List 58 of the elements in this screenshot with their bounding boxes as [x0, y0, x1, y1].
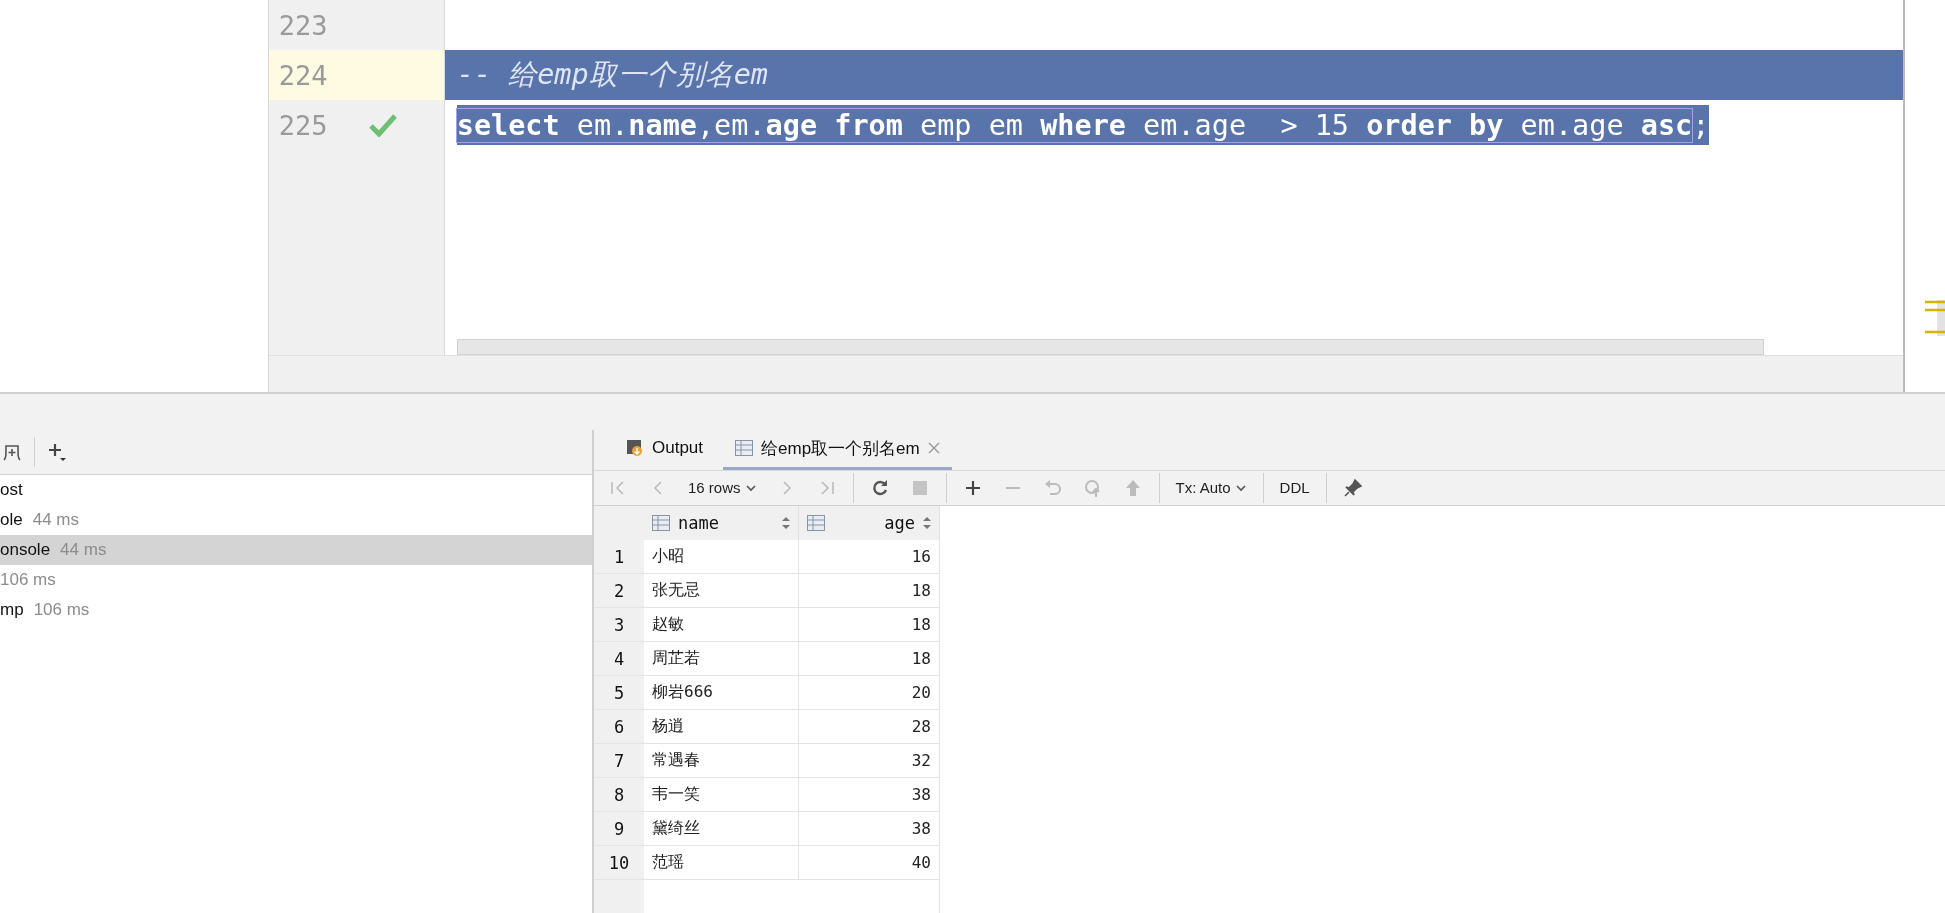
service-name[interactable]: ost [0, 480, 23, 500]
close-icon[interactable] [927, 442, 940, 455]
table-cell: 柳岩666 [644, 676, 799, 710]
table-cell: 赵敏 [644, 608, 799, 642]
output-icon [626, 439, 644, 458]
line-number: 223 [277, 9, 329, 41]
table-cell: 韦一笑 [644, 778, 799, 812]
sort-icon [923, 517, 931, 529]
row-number: 3 [594, 608, 644, 642]
table-cell: 18 [799, 642, 940, 676]
table-icon [735, 440, 754, 457]
row-number: 8 [594, 778, 644, 812]
chevron-down-icon [744, 482, 757, 493]
service-name[interactable]: mp [0, 600, 24, 620]
chevron-down-icon [1234, 482, 1247, 493]
row-number: 7 [594, 744, 644, 778]
line-number: 225 [277, 109, 329, 141]
result-tab[interactable]: Output [614, 430, 716, 470]
service-name[interactable]: onsole [0, 540, 51, 560]
line-number: 224 [277, 59, 329, 91]
column-icon [807, 515, 825, 531]
table-cell: 周芷若 [644, 642, 799, 676]
row-number: 2 [594, 574, 644, 608]
rows-dropdown[interactable]: 16 rows [684, 477, 761, 499]
table-cell: 18 [799, 574, 940, 608]
table-cell: 杨逍 [644, 710, 799, 744]
row-number: 6 [594, 710, 644, 744]
transaction-dropdown[interactable]: Tx: Auto [1171, 477, 1251, 499]
table-cell: 常遇春 [644, 744, 799, 778]
execution-time: 44 ms [60, 540, 107, 560]
column-header[interactable]: name [644, 506, 799, 540]
table-cell: 38 [799, 778, 940, 812]
table-cell: 32 [799, 744, 940, 778]
table-cell: 黛绮丝 [644, 812, 799, 846]
row-number: 4 [594, 642, 644, 676]
row-number: 1 [594, 540, 644, 574]
execution-time: 44 ms [32, 510, 79, 530]
table-cell: 38 [799, 812, 940, 846]
row-number: 10 [594, 846, 644, 880]
execution-time: 106 ms [33, 600, 90, 620]
row-number: 5 [594, 676, 644, 710]
ddl-button[interactable]: DDL [1275, 477, 1314, 499]
table-cell: 20 [799, 676, 940, 710]
code-comment: -- 给emp取一个别名em [456, 57, 768, 93]
execution-time: 106 ms [0, 570, 56, 590]
table-cell: 28 [799, 710, 940, 744]
sort-icon [782, 517, 790, 529]
table-cell: 16 [799, 540, 940, 574]
table-cell: 18 [799, 608, 940, 642]
service-name[interactable]: ole [0, 510, 23, 530]
code-line: select em.name,em.age from emp em where em.age > 15 order by em.age asc; [456, 108, 1710, 142]
horizontal-scrollbar[interactable] [456, 339, 1764, 355]
table-cell: 张无忌 [644, 574, 799, 608]
table-cell: 小昭 [644, 540, 799, 574]
column-icon [652, 515, 670, 531]
marker-stripe-icon [1925, 300, 1945, 336]
row-number: 9 [594, 812, 644, 846]
column-header[interactable]: age [799, 506, 940, 540]
